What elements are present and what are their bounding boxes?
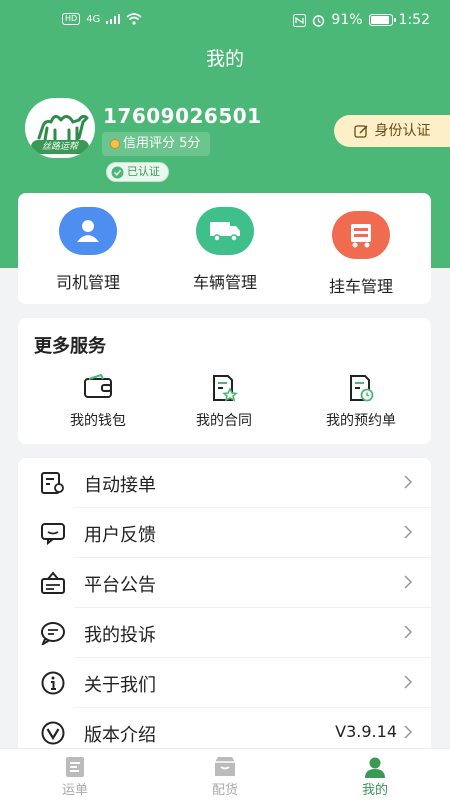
version-icon <box>41 721 65 745</box>
nav-waybill[interactable]: 运单 <box>25 755 125 798</box>
contract-icon <box>213 375 238 402</box>
bottom-nav: 运单 配货 我的 <box>0 748 450 800</box>
cargo-icon <box>215 757 235 776</box>
verified-badge: 已认证 <box>106 162 169 182</box>
announcement-icon <box>41 571 65 594</box>
hd-badge: HD <box>62 13 81 25</box>
auto-order-icon <box>41 472 64 494</box>
menu-auto-order-label: 自动接单 <box>84 475 156 496</box>
trailer-management[interactable]: 挂车管理 <box>306 211 416 297</box>
battery-percent: 91% <box>331 12 363 28</box>
chevron-right-icon <box>404 525 413 539</box>
menu-feedback-label: 用户反馈 <box>84 525 156 546</box>
reservation-icon <box>350 375 374 402</box>
avatar-brand-label: 丝路运帮 <box>31 140 89 154</box>
chevron-right-icon <box>404 725 413 739</box>
phone-number: 17609026501 <box>103 104 262 128</box>
network-type: 4G <box>86 13 101 25</box>
medal-icon <box>110 139 120 149</box>
chevron-right-icon <box>404 575 413 589</box>
truck-icon <box>196 207 254 255</box>
check-shield-icon <box>111 166 124 178</box>
identity-auth-button[interactable]: 身份认证 <box>334 115 450 147</box>
nav-mine-label: 我的 <box>361 783 388 798</box>
wifi-icon <box>126 13 142 25</box>
contract-label: 我的合同 <box>196 413 252 429</box>
more-services-title: 更多服务 <box>34 336 106 357</box>
trailer-management-label: 挂车管理 <box>328 277 393 296</box>
complaint-icon <box>41 622 65 645</box>
reservation-label: 我的预约单 <box>326 413 396 429</box>
vehicle-management[interactable]: 车辆管理 <box>170 207 280 293</box>
avatar[interactable]: 丝路运帮 <box>25 98 95 158</box>
menu-announcement[interactable]: 平台公告 <box>18 558 431 608</box>
waybill-icon <box>66 757 84 777</box>
chevron-right-icon <box>404 625 413 639</box>
identity-auth-label: 身份认证 <box>374 123 431 139</box>
info-icon <box>41 671 65 695</box>
menu-complaint[interactable]: 我的投诉 <box>18 608 431 658</box>
vehicle-management-label: 车辆管理 <box>192 273 257 292</box>
nav-waybill-label: 运单 <box>61 783 88 798</box>
driver-icon <box>59 207 117 255</box>
driver-management-label: 司机管理 <box>55 273 120 292</box>
battery-icon <box>368 14 396 26</box>
alarm-icon <box>313 14 325 27</box>
menu-version-label: 版本介绍 <box>84 725 156 746</box>
trailer-icon <box>332 211 390 259</box>
reservation-entry[interactable]: 我的预约单 <box>301 374 421 430</box>
menu-feedback[interactable]: 用户反馈 <box>18 508 431 558</box>
nav-cargo-label: 配货 <box>211 783 238 798</box>
edit-icon <box>353 124 368 138</box>
driver-management[interactable]: 司机管理 <box>33 207 143 293</box>
menu-announcement-label: 平台公告 <box>84 575 156 596</box>
wallet-entry[interactable]: 我的钱包 <box>43 374 153 430</box>
credit-score-text: 信用评分 5分 <box>123 136 201 151</box>
page-title: 我的 <box>205 48 244 70</box>
verified-text: 已认证 <box>127 165 160 178</box>
profile-icon <box>365 757 385 778</box>
menu-about-us-label: 关于我们 <box>84 675 156 696</box>
settings-list: 自动接单 用户反馈 平台公告 我的投诉 关于我们 版本介绍 V3.9.14 <box>18 458 431 758</box>
management-card: 司机管理 车辆管理 挂车管理 <box>18 193 431 304</box>
chevron-right-icon <box>404 675 413 689</box>
chevron-right-icon <box>404 475 413 489</box>
menu-complaint-label: 我的投诉 <box>84 625 156 646</box>
signal-icon <box>106 14 121 24</box>
status-bar: HD 4G 91% 1:52 <box>0 0 450 40</box>
feedback-icon <box>41 523 65 545</box>
wallet-icon <box>84 374 112 398</box>
more-services-card: 更多服务 我的钱包 我的合同 我的预约单 <box>18 318 431 444</box>
wallet-label: 我的钱包 <box>70 413 126 429</box>
clock: 1:52 <box>398 12 430 28</box>
contract-entry[interactable]: 我的合同 <box>169 374 279 430</box>
menu-about-us[interactable]: 关于我们 <box>18 658 431 708</box>
nav-cargo[interactable]: 配货 <box>175 755 275 798</box>
menu-auto-order[interactable]: 自动接单 <box>18 458 431 508</box>
credit-score: 信用评分 5分 <box>102 132 211 156</box>
nfc-icon <box>293 13 307 27</box>
nav-mine[interactable]: 我的 <box>325 755 425 798</box>
version-number: V3.9.14 <box>335 722 397 741</box>
